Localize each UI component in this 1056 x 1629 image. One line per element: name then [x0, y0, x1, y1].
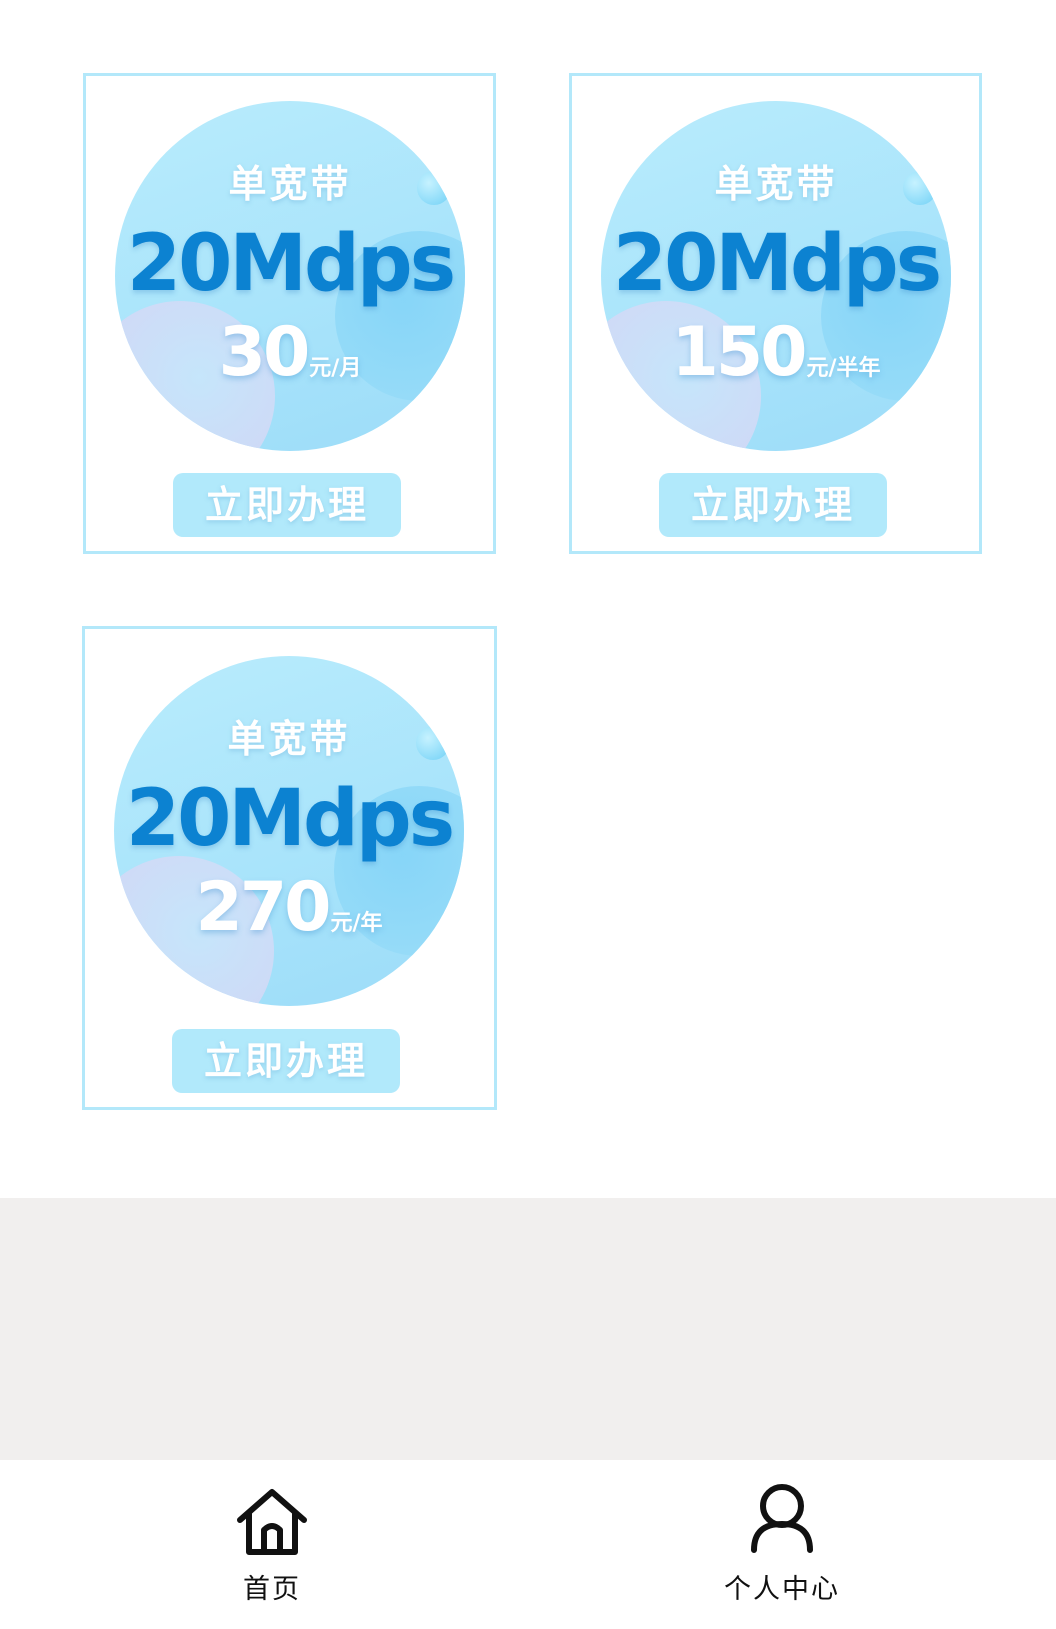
plan-badge-circle: 单宽带 20Mdps 150元/半年: [601, 101, 951, 451]
plan-label: 单宽带: [227, 717, 351, 761]
bottom-tab-bar: 首页 个人中心: [0, 1460, 1056, 1629]
plan-badge-circle: 单宽带 20Mdps 270元/年: [114, 656, 464, 1006]
plan-speed: 20Mdps: [126, 219, 456, 309]
blank-area: [0, 1198, 1056, 1460]
price-amount: 270: [195, 868, 332, 947]
plan-label: 单宽带: [228, 162, 352, 206]
plan-badge-circle: 单宽带 20Mdps 30元/月: [115, 101, 465, 451]
plan-price: 270元/年: [114, 868, 464, 947]
tab-home-label: 首页: [243, 1574, 301, 1605]
plan-speed: 20Mdps: [612, 219, 942, 309]
price-unit: 元/月: [309, 356, 362, 381]
plan-list: 单宽带 20Mdps 30元/月 立即办理 单宽带 20Mdps 150元/半年…: [0, 0, 1056, 1198]
price-amount: 150: [671, 313, 808, 392]
tab-home[interactable]: 首页: [172, 1460, 372, 1629]
plan-price: 30元/月: [115, 313, 465, 392]
plan-card: 单宽带 20Mdps 150元/半年 立即办理: [569, 73, 982, 554]
apply-button[interactable]: 立即办理: [659, 473, 887, 537]
tab-profile[interactable]: 个人中心: [682, 1460, 882, 1629]
plan-label: 单宽带: [714, 162, 838, 206]
home-icon: [237, 1489, 307, 1555]
tab-profile-label: 个人中心: [724, 1574, 840, 1605]
plan-price: 150元/半年: [601, 313, 951, 392]
plan-speed: 20Mdps: [125, 774, 455, 864]
plan-card: 单宽带 20Mdps 30元/月 立即办理: [83, 73, 496, 554]
user-icon: [751, 1484, 813, 1553]
apply-button[interactable]: 立即办理: [173, 473, 401, 537]
price-amount: 30: [218, 313, 311, 392]
price-unit: 元/年: [330, 911, 383, 936]
apply-button[interactable]: 立即办理: [172, 1029, 400, 1093]
price-unit: 元/半年: [806, 356, 881, 381]
plan-card: 单宽带 20Mdps 270元/年 立即办理: [82, 626, 497, 1110]
